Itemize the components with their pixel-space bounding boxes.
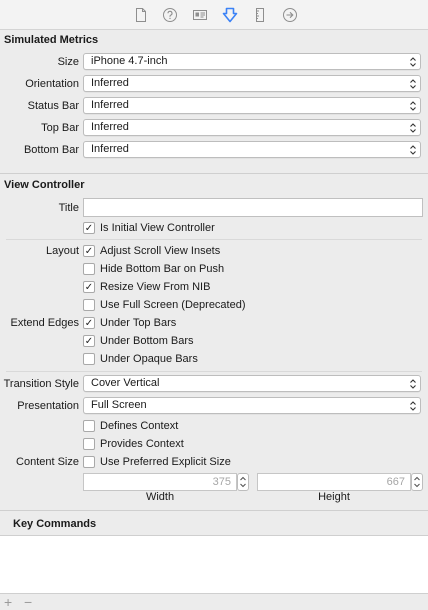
popup-arrows-icon: [409, 378, 417, 390]
popup-arrows-icon: [409, 400, 417, 412]
hide-bottom-bar-checkbox[interactable]: [83, 263, 95, 275]
size-popup-value: iPhone 4.7-inch: [91, 55, 168, 67]
use-full-screen-checkbox[interactable]: [83, 299, 95, 311]
is-initial-label: Is Initial View Controller: [100, 222, 215, 234]
stepper-arrows-icon: [414, 476, 420, 488]
section-divider: [0, 173, 428, 174]
width-label: Width: [145, 491, 175, 503]
adjust-scroll-label: Adjust Scroll View Insets: [100, 245, 221, 257]
quick-help-icon[interactable]: [162, 7, 178, 23]
use-full-screen-label: Use Full Screen (Deprecated): [100, 299, 246, 311]
size-inspector-icon[interactable]: [252, 7, 268, 23]
presentation-popup[interactable]: Full Screen: [83, 397, 421, 414]
file-inspector-icon[interactable]: [133, 7, 149, 23]
stepper-arrows-icon: [240, 476, 246, 488]
is-initial-checkbox[interactable]: ✓: [83, 222, 95, 234]
width-field[interactable]: 375: [83, 473, 237, 491]
orientation-label: Orientation: [25, 78, 79, 90]
group-divider: [6, 371, 422, 372]
inspector-toolbar: [0, 0, 428, 30]
defines-context-label: Defines Context: [100, 420, 179, 432]
key-commands-list[interactable]: [0, 535, 428, 594]
bottom-bar-label: Bottom Bar: [23, 144, 79, 156]
orientation-popup-value: Inferred: [91, 77, 129, 89]
layout-label: Layout: [45, 245, 79, 257]
hide-bottom-bar-label: Hide Bottom Bar on Push: [100, 263, 225, 275]
section-divider: [0, 510, 428, 511]
extend-edges-label: Extend Edges: [10, 317, 80, 329]
connections-inspector-icon[interactable]: [282, 7, 298, 23]
group-divider: [6, 239, 422, 240]
content-size-label: Content Size: [16, 456, 79, 468]
popup-arrows-icon: [409, 78, 417, 90]
adjust-scroll-checkbox[interactable]: ✓: [83, 245, 95, 257]
top-bar-label: Top Bar: [41, 122, 79, 134]
transition-style-popup[interactable]: Cover Vertical: [83, 375, 421, 392]
defines-context-checkbox[interactable]: [83, 420, 95, 432]
orientation-popup[interactable]: Inferred: [83, 75, 421, 92]
under-top-bars-checkbox[interactable]: ✓: [83, 317, 95, 329]
key-commands-header: Key Commands: [13, 518, 97, 530]
bottom-bar-popup-value: Inferred: [91, 143, 129, 155]
title-field[interactable]: [83, 198, 423, 217]
popup-arrows-icon: [409, 122, 417, 134]
attributes-inspector-icon[interactable]: [222, 7, 238, 23]
under-opaque-bars-checkbox[interactable]: [83, 353, 95, 365]
resize-from-nib-label: Resize View From NIB: [100, 281, 211, 293]
popup-arrows-icon: [409, 144, 417, 156]
popup-arrows-icon: [409, 56, 417, 68]
presentation-label: Presentation: [17, 400, 79, 412]
under-bottom-bars-checkbox[interactable]: ✓: [83, 335, 95, 347]
top-bar-popup-value: Inferred: [91, 121, 129, 133]
height-label: Height: [318, 491, 350, 503]
transition-style-value: Cover Vertical: [91, 377, 160, 389]
size-popup[interactable]: iPhone 4.7-inch: [83, 53, 421, 70]
presentation-value: Full Screen: [91, 399, 147, 411]
title-label: Title: [58, 202, 79, 214]
under-opaque-bars-label: Under Opaque Bars: [100, 353, 198, 365]
provides-context-checkbox[interactable]: [83, 438, 95, 450]
popup-arrows-icon: [409, 100, 417, 112]
size-label: Size: [57, 56, 79, 68]
transition-style-label: Transition Style: [3, 378, 79, 390]
identity-inspector-icon[interactable]: [192, 7, 208, 23]
simulated-metrics-header: Simulated Metrics: [4, 34, 99, 46]
use-preferred-size-checkbox[interactable]: [83, 456, 95, 468]
use-preferred-size-label: Use Preferred Explicit Size: [100, 456, 231, 468]
under-top-bars-label: Under Top Bars: [100, 317, 177, 329]
bottom-bar-popup[interactable]: Inferred: [83, 141, 421, 158]
height-field[interactable]: 667: [257, 473, 411, 491]
resize-from-nib-checkbox[interactable]: ✓: [83, 281, 95, 293]
under-bottom-bars-label: Under Bottom Bars: [100, 335, 194, 347]
height-stepper[interactable]: [411, 473, 423, 491]
provides-context-label: Provides Context: [100, 438, 184, 450]
status-bar-popup-value: Inferred: [91, 99, 129, 111]
status-bar-popup[interactable]: Inferred: [83, 97, 421, 114]
view-controller-header: View Controller: [4, 179, 85, 191]
status-bar-label: Status Bar: [27, 100, 79, 112]
width-stepper[interactable]: [237, 473, 249, 491]
top-bar-popup[interactable]: Inferred: [83, 119, 421, 136]
